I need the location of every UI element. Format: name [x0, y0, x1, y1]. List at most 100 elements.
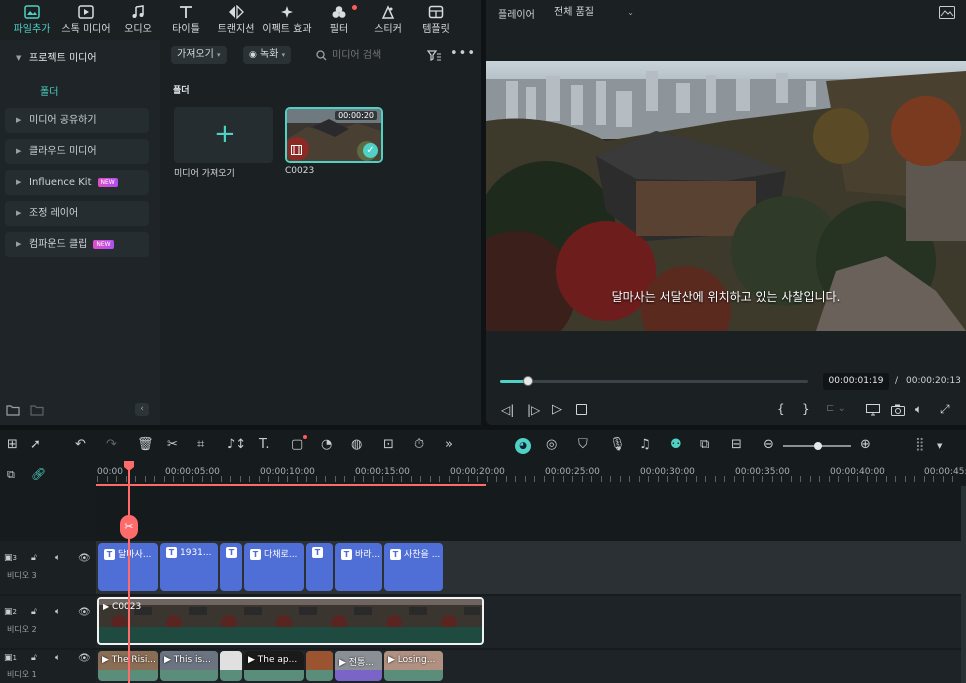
- tab-audio[interactable]: 오디오: [112, 3, 164, 37]
- compound-icon[interactable]: ⊟: [731, 437, 742, 452]
- sidebar-item-compound-clip[interactable]: ▶ 컴파운드 클립 NEW: [5, 232, 149, 257]
- scissors-split-icon[interactable]: ✂: [167, 437, 178, 452]
- select-arrow-icon[interactable]: ➚: [30, 437, 41, 452]
- fullscreen-icon[interactable]: ⤢: [940, 402, 950, 417]
- mark-in-icon[interactable]: {: [777, 402, 785, 416]
- tab-titles[interactable]: 타이틀: [160, 3, 212, 37]
- media-clip-thumbnail[interactable]: 00:00:20 ✓: [285, 107, 383, 163]
- link-icon[interactable]: 🔗︎: [31, 467, 46, 481]
- sidebar-item-share-media[interactable]: ▶ 미디어 공유하기: [5, 108, 149, 133]
- media-clip[interactable]: ▶ The ap...: [244, 651, 304, 681]
- track-view-icon[interactable]: ⣿: [915, 437, 925, 452]
- media-clip[interactable]: ▶ Losing...: [384, 651, 443, 681]
- tab-transitions[interactable]: 트랜지션: [210, 3, 262, 37]
- audio-edit-icon[interactable]: ♪↕: [227, 437, 246, 452]
- ai-subtitle-icon[interactable]: ⚉: [670, 437, 682, 452]
- ai-copilot-icon[interactable]: ◕: [515, 438, 531, 454]
- sidebar-item-cloud-media[interactable]: ▶ 클라우드 미디어: [5, 139, 149, 164]
- tab-templates[interactable]: 템플릿: [410, 3, 462, 37]
- next-frame-icon[interactable]: |▷: [527, 403, 540, 417]
- eye-icon[interactable]: 👁︎: [78, 553, 91, 564]
- media-clip[interactable]: ▶ 전통...: [335, 651, 382, 681]
- tab-stock-media[interactable]: 스톡 미디어: [60, 3, 112, 37]
- box-select-icon[interactable]: ▢: [291, 437, 303, 452]
- vertical-scrollbar[interactable]: [961, 486, 966, 683]
- display-monitor-icon[interactable]: [866, 404, 880, 416]
- mute-speaker-icon[interactable]: 🔈︎: [55, 653, 60, 663]
- media-clip[interactable]: [306, 651, 333, 681]
- ruler-tick: [771, 476, 773, 482]
- video-preview[interactable]: 달마사는 서달산에 위치하고 있는 사찰입니다.: [486, 61, 966, 331]
- playback-scrubber[interactable]: [500, 376, 808, 386]
- tab-stickers[interactable]: 스티커: [362, 3, 414, 37]
- text-title-icon[interactable]: T.: [259, 437, 270, 452]
- crop-icon[interactable]: ⌗: [197, 437, 204, 452]
- play-icon[interactable]: ▷: [552, 402, 562, 417]
- zoom-out-icon[interactable]: ⊖: [763, 437, 774, 452]
- quality-dropdown[interactable]: 전체 품질 ⌄: [548, 4, 640, 22]
- title-clip[interactable]: T: [306, 543, 333, 591]
- title-clip[interactable]: T 바라...: [335, 543, 382, 591]
- playhead-line[interactable]: [128, 462, 130, 683]
- chevron-down-icon[interactable]: ▼: [937, 442, 942, 450]
- eye-icon[interactable]: 👁︎: [78, 653, 91, 664]
- more-tools-icon[interactable]: »: [445, 437, 453, 452]
- mark-out-icon[interactable]: }: [802, 402, 810, 416]
- microphone-icon[interactable]: 🎙︎: [609, 437, 626, 452]
- lock-icon[interactable]: 🔓︎: [31, 607, 37, 617]
- ai-portrait-icon[interactable]: ⊡: [383, 437, 394, 452]
- more-options-icon[interactable]: •••: [450, 46, 476, 61]
- zoom-in-icon[interactable]: ⊕: [860, 437, 871, 452]
- eye-icon[interactable]: 👁︎: [78, 607, 91, 618]
- mute-speaker-icon[interactable]: 🔈︎: [55, 553, 60, 563]
- volume-icon[interactable]: 🔈︎: [915, 402, 922, 417]
- previous-frame-icon[interactable]: ◁|: [501, 403, 514, 417]
- search-input[interactable]: [332, 47, 422, 63]
- sidebar-item-influence-kit[interactable]: ▶ Influence Kit NEW: [5, 170, 149, 195]
- media-clip[interactable]: [220, 651, 242, 681]
- video-clip-c0023[interactable]: ▶ C0023: [97, 597, 484, 645]
- title-clip[interactable]: T: [220, 543, 242, 591]
- lock-icon[interactable]: 🔓︎: [31, 553, 37, 563]
- timer-icon[interactable]: ⏱︎: [414, 437, 424, 452]
- filter-sort-icon[interactable]: [427, 50, 441, 61]
- sidebar-item-adjustment-layer[interactable]: ▶ 조정 레이어: [5, 201, 149, 226]
- add-track-icon[interactable]: ⧉: [7, 468, 15, 482]
- auto-reframe-icon[interactable]: ⧉: [700, 437, 709, 452]
- media-clip[interactable]: ▶ This is...: [160, 651, 218, 681]
- camera-snapshot-icon[interactable]: [891, 404, 905, 416]
- folder-icon[interactable]: [30, 404, 44, 416]
- audio-list-icon[interactable]: ♫: [639, 437, 651, 452]
- color-palette-icon[interactable]: ◍: [351, 437, 362, 452]
- new-folder-icon[interactable]: [6, 404, 20, 416]
- tab-effects[interactable]: 이펙트 효과: [261, 3, 313, 37]
- sidebar-item-project-media[interactable]: ▼ 프로젝트 미디어: [5, 46, 149, 71]
- delete-trash-icon[interactable]: 🗑︎: [137, 437, 154, 452]
- speed-icon[interactable]: ◔: [321, 437, 332, 452]
- undo-icon[interactable]: ↶: [75, 437, 86, 452]
- split-scissors-icon[interactable]: ✂: [120, 515, 138, 539]
- zoom-slider[interactable]: [783, 442, 851, 450]
- collapse-sidebar-button[interactable]: ‹: [135, 403, 149, 416]
- tab-import[interactable]: 파일추가: [6, 3, 58, 37]
- title-clip[interactable]: T 사찬을 ...: [384, 543, 443, 591]
- import-dropdown[interactable]: 가져오기 ▾: [171, 46, 227, 64]
- snapshot-image-icon[interactable]: [939, 6, 955, 19]
- zoom-slider-handle[interactable]: [814, 442, 822, 450]
- title-clip[interactable]: T 1931...: [160, 543, 218, 591]
- marker-shield-icon[interactable]: ⛉: [578, 437, 588, 452]
- record-dropdown[interactable]: ◉ 녹화 ▾: [243, 46, 292, 64]
- scrubber-handle[interactable]: [522, 376, 533, 386]
- sidebar-item-folder[interactable]: 폴더: [40, 83, 58, 98]
- render-preview-icon[interactable]: ◎: [546, 437, 557, 452]
- current-time[interactable]: 00:00:01:19: [823, 373, 889, 390]
- tab-filters[interactable]: 필터: [313, 3, 365, 37]
- mute-speaker-icon[interactable]: 🔈︎: [55, 607, 60, 617]
- ruler-tick: [847, 476, 849, 482]
- title-clip[interactable]: T 다채로...: [244, 543, 304, 591]
- import-media-tile[interactable]: +: [174, 107, 273, 163]
- lock-icon[interactable]: 🔓︎: [31, 653, 37, 663]
- title-t-icon: T: [226, 547, 237, 558]
- stop-icon[interactable]: [576, 404, 587, 415]
- layout-grid-icon[interactable]: ⊞: [7, 437, 18, 452]
